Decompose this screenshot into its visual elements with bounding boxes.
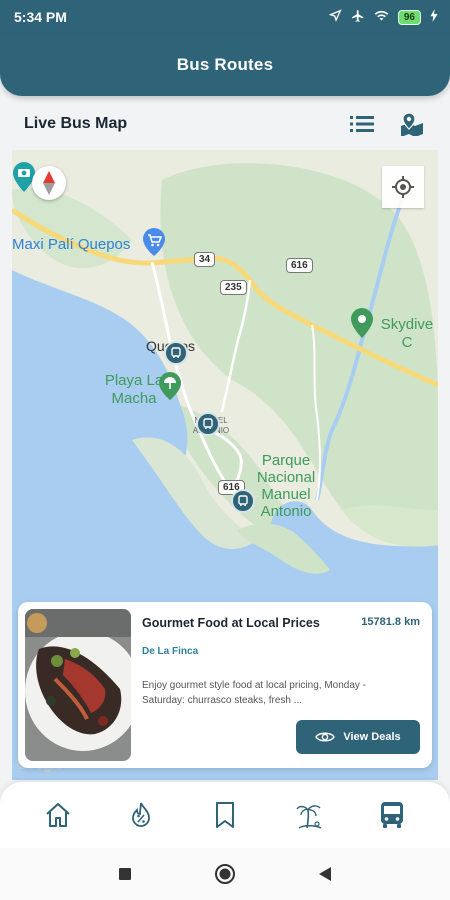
circle-icon [215,864,235,884]
map-view-button[interactable] [398,110,426,138]
back-triangle-icon [319,867,331,881]
status-icons: 96 [328,9,438,26]
back-button[interactable] [310,859,340,889]
deal-description: Enjoy gourmet style food at local pricin… [142,680,366,706]
bookmark-icon [215,802,234,828]
battery-indicator: 96 [397,9,421,25]
nav-bus-routes[interactable] [372,795,412,835]
airplane-icon [351,9,365,26]
nav-saved[interactable] [205,795,245,835]
map-label-skydive: Skydive C [380,316,434,351]
compass-icon [43,171,55,195]
route-shield-34: 34 [194,252,216,267]
list-icon [350,116,374,132]
view-deals-label: View Deals [343,731,401,743]
deal-distance: 15781.8 km [361,616,420,628]
deal-vendor: De La Finca [142,646,199,657]
recents-button[interactable] [110,859,140,889]
route-shield-616-a: 616 [286,258,313,273]
bottom-navigation [0,782,450,848]
square-icon [119,868,131,880]
page-title: Bus Routes [176,55,274,74]
shopping-cart-pin[interactable] [142,228,166,261]
system-navigation-bar [0,848,450,900]
bus-icon [203,418,213,429]
shopping-cart-icon [143,228,165,256]
home-icon [46,803,70,827]
palm-tree-icon [295,805,321,829]
map-label-parque-nacional: Parque Nacional Manuel Antonio [256,452,316,520]
map-pin-icon [401,112,423,136]
beach-umbrella-icon [159,372,181,400]
status-bar: 5:34 PM 96 [0,0,450,34]
nav-deals[interactable] [121,795,161,835]
status-time: 5:34 PM [14,9,67,25]
beach-pin[interactable] [158,372,182,405]
eye-icon [315,732,336,742]
map-section-title: Live Bus Map [24,115,128,132]
deal-photo [25,609,131,761]
percent-flame-icon [132,802,151,827]
charging-icon [430,9,438,25]
nav-home[interactable] [38,795,78,835]
view-deals-button[interactable]: View Deals [296,720,420,754]
skydive-pin[interactable] [350,308,374,343]
my-location-button[interactable] [382,166,424,208]
deal-card[interactable]: Gourmet Food at Local Prices 15781.8 km … [18,602,432,768]
location-icon [328,9,342,25]
wifi-icon [374,9,389,25]
home-system-button[interactable] [210,859,240,889]
map-label-maxi-pali: Maxi Palí Quepos [12,236,131,253]
bus-marker[interactable] [196,412,220,436]
compass-button[interactable] [32,166,66,200]
place-pin-icon [351,308,373,338]
bus-icon [171,347,181,358]
deal-title: Gourmet Food at Local Prices [142,616,320,630]
list-view-button[interactable] [348,110,376,138]
bus-marker[interactable] [164,341,188,365]
crosshair-icon [392,176,414,198]
app-bar: Bus Routes [0,34,450,96]
map-header: Live Bus Map [0,100,450,148]
route-shield-235: 235 [220,280,247,295]
bus-marker[interactable] [231,489,255,513]
bus-icon [238,495,248,506]
bus-icon [381,802,404,828]
nav-explore[interactable] [289,795,329,835]
